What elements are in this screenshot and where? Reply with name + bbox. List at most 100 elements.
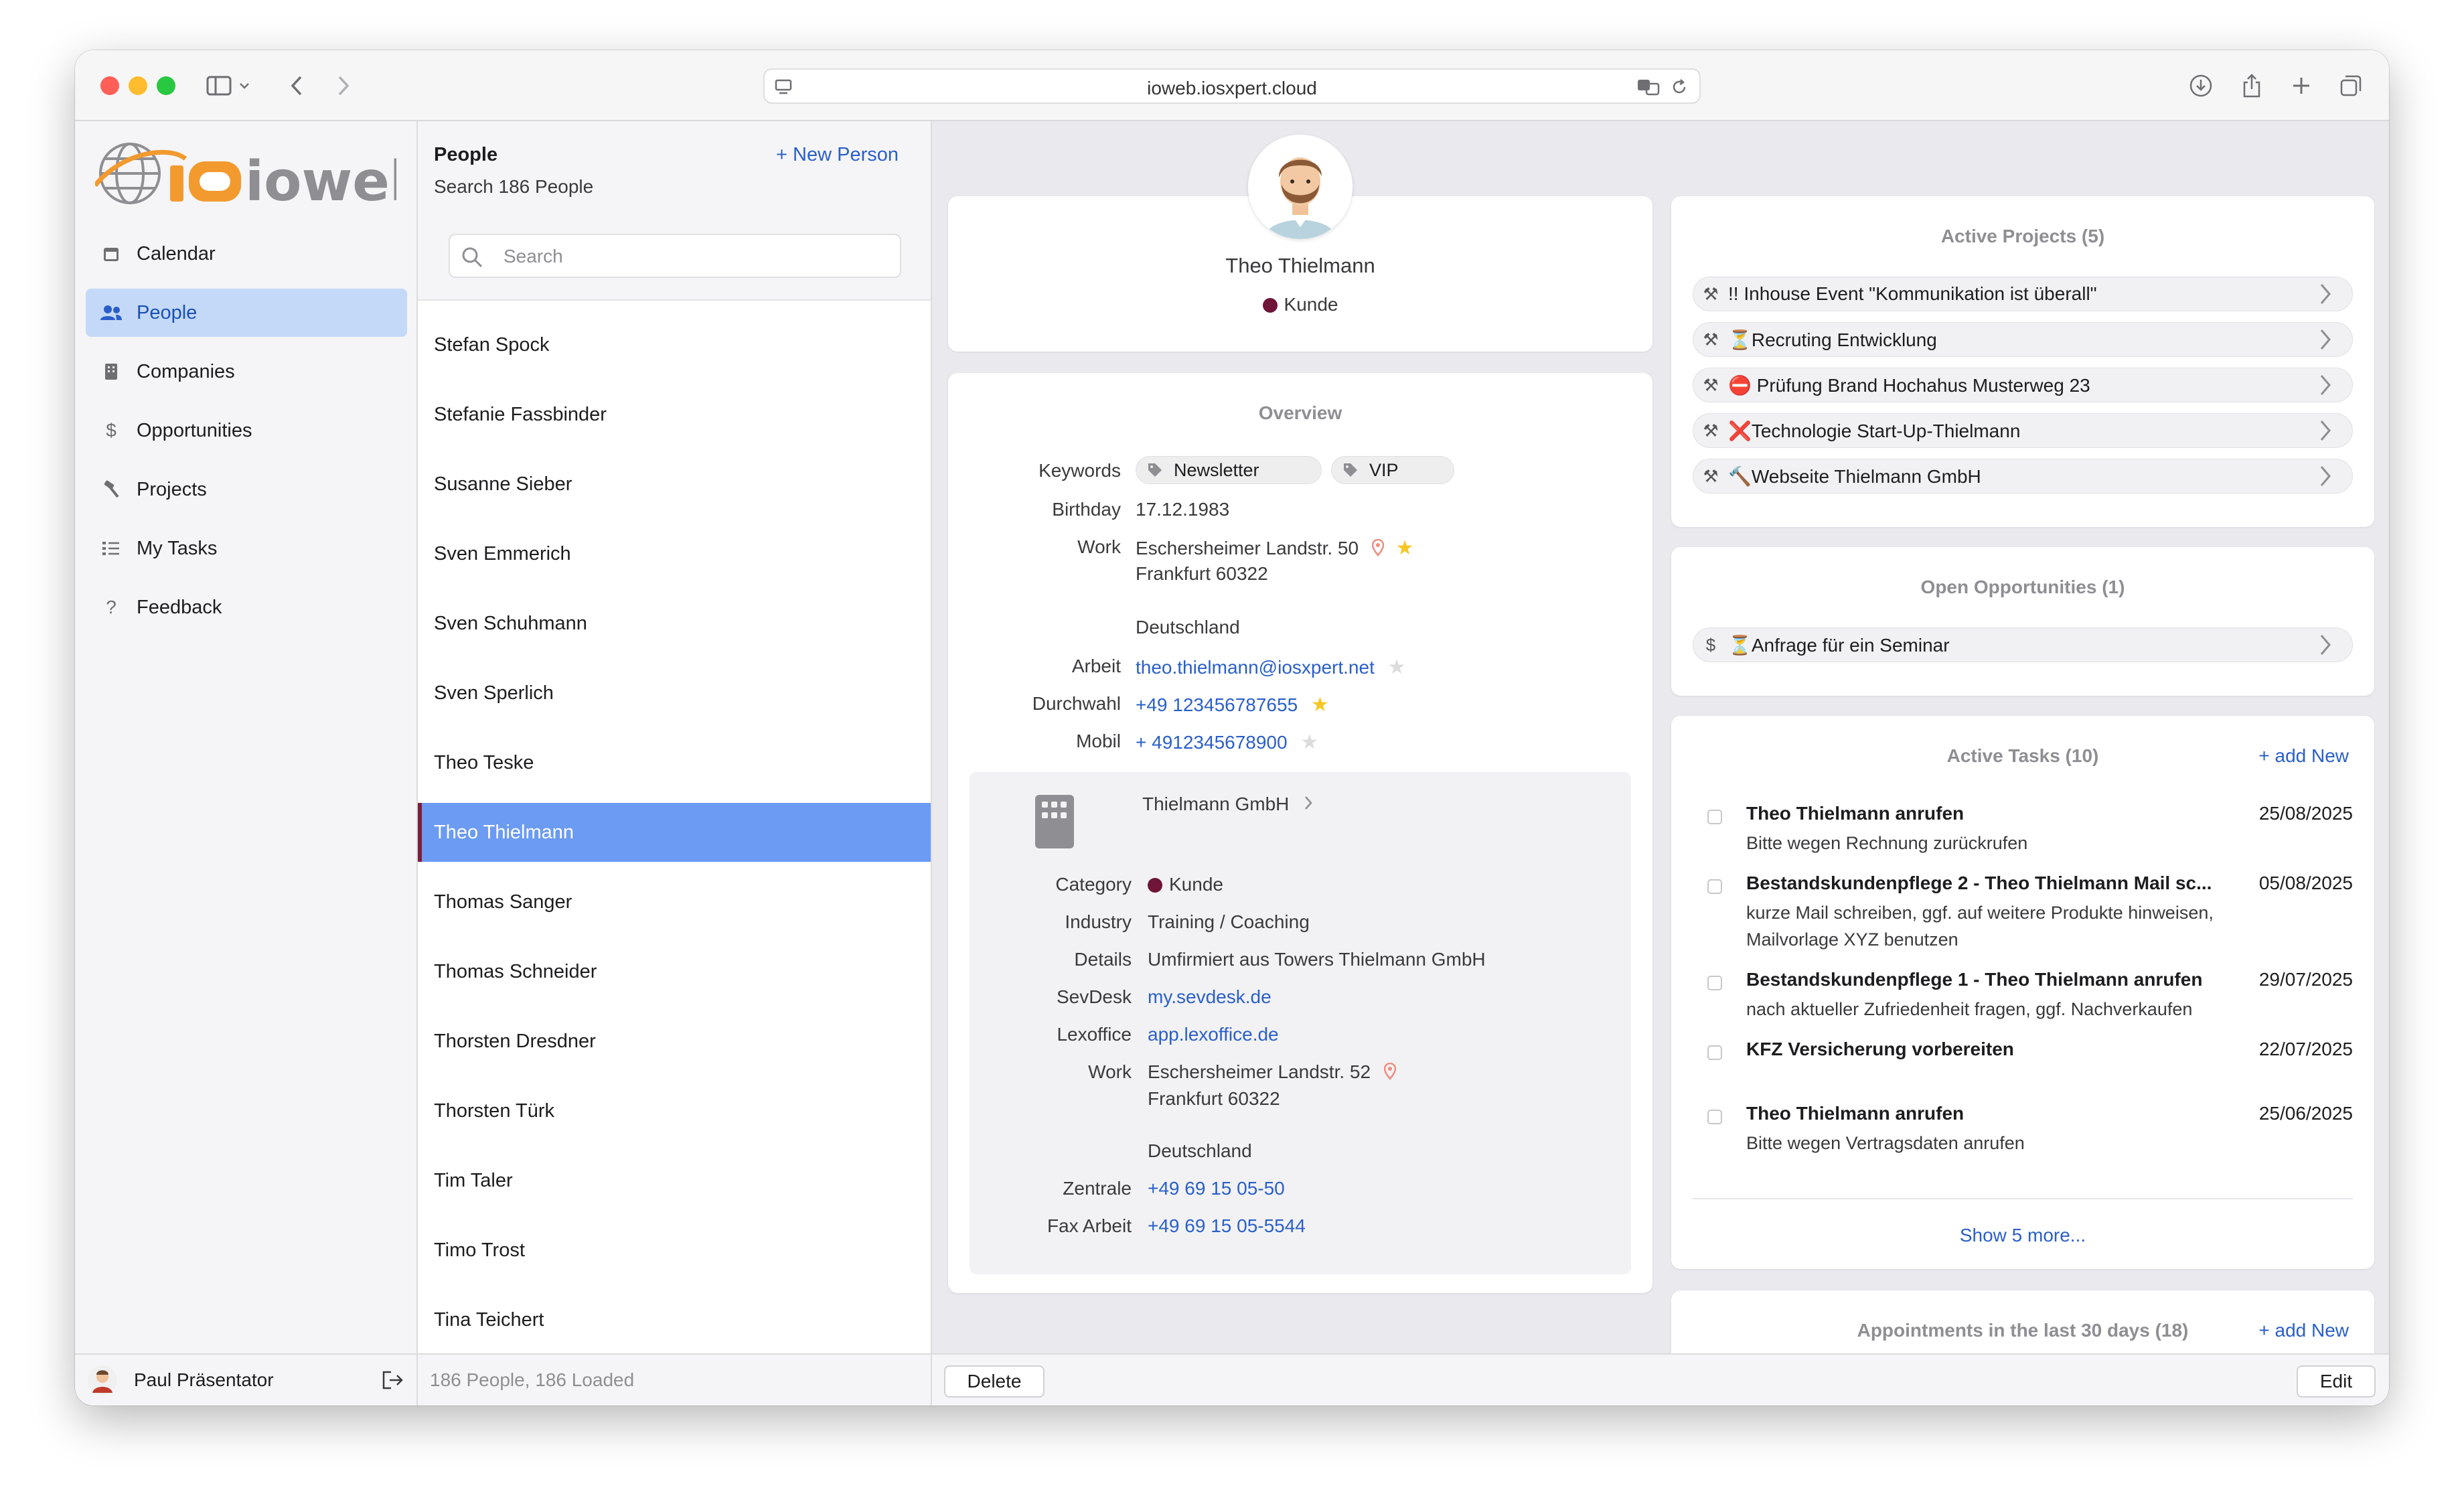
list-item[interactable]: Tim Taler: [418, 1151, 931, 1210]
hammer-icon: ⚒: [1703, 465, 1719, 486]
phone-link[interactable]: + 4912345678900: [1136, 732, 1288, 753]
task-item[interactable]: Theo Thielmann anrufen 25/08/2025 Bitte …: [1693, 803, 2353, 863]
logout-icon[interactable]: [380, 1369, 404, 1394]
list-item[interactable]: Thorsten Türk: [418, 1081, 931, 1140]
map-pin-icon[interactable]: [1371, 538, 1385, 561]
lexoffice-link[interactable]: app.lexoffice.de: [1148, 1024, 1279, 1045]
task-item[interactable]: Bestandskundenpflege 2 - Theo Thielmann …: [1693, 873, 2353, 960]
show-more-link[interactable]: Show 5 more...: [1671, 1225, 2374, 1246]
zoom-window-button[interactable]: [157, 76, 175, 95]
hammer-icon: ⚒: [1703, 420, 1719, 441]
list-item-selected[interactable]: Theo Thielmann: [418, 803, 931, 862]
list-item[interactable]: Stefan Spock: [418, 315, 931, 374]
map-pin-icon[interactable]: [1383, 1062, 1397, 1085]
zentrale-link[interactable]: +49 69 15 05-50: [1148, 1178, 1285, 1199]
sidebar-toggle-icon[interactable]: [202, 69, 236, 102]
sidebar-item-companies[interactable]: Companies: [86, 348, 407, 396]
sevdesk-link[interactable]: my.sevdesk.de: [1148, 986, 1272, 1008]
sidebar-item-my-tasks[interactable]: My Tasks: [86, 524, 407, 573]
task-checkbox[interactable]: [1707, 1110, 1722, 1124]
company-work-label: Work: [1088, 1061, 1132, 1082]
list-item[interactable]: Thomas Schneider: [418, 942, 931, 1001]
list-item[interactable]: Theo Teske: [418, 733, 931, 792]
task-item[interactable]: Bestandskundenpflege 1 - Theo Thielmann …: [1693, 969, 2353, 1029]
keyword-chip[interactable]: VIP: [1331, 456, 1454, 484]
people-subtitle: Search 186 People: [434, 176, 594, 197]
sidebar-item-feedback[interactable]: ? Feedback: [86, 583, 407, 631]
project-row[interactable]: ⚒ !! Inhouse Event "Kommunikation ist übe…: [1693, 277, 2353, 311]
list-item[interactable]: Susanne Sieber: [418, 455, 931, 514]
add-task-button[interactable]: + add New: [2258, 745, 2349, 767]
task-item[interactable]: Theo Thielmann anrufen 25/06/2025 Bitte …: [1693, 1103, 2353, 1163]
task-checkbox[interactable]: [1707, 810, 1722, 824]
arbeit-email: theo.thielmann@iosxpert.net ★: [1136, 656, 1406, 679]
chevron-right-icon: [2319, 327, 2332, 356]
arbeit-label: Arbeit: [1071, 656, 1121, 676]
address-bar[interactable]: ioweb.iosxpert.cloud: [763, 68, 1701, 104]
list-item[interactable]: Thorsten Dresdner: [418, 1012, 931, 1071]
minimize-window-button[interactable]: [129, 76, 147, 95]
task-item[interactable]: KFZ Versicherung vorbereiten 22/07/2025: [1693, 1039, 2353, 1085]
opportunity-row[interactable]: $ ⏳Anfrage für ein Seminar: [1693, 627, 2353, 662]
new-person-button[interactable]: + New Person: [776, 144, 899, 166]
sidebar-item-people[interactable]: People: [86, 289, 407, 337]
list-item[interactable]: Thomas Sanger: [418, 873, 931, 931]
work-label: Work: [1077, 536, 1121, 557]
project-row[interactable]: ⚒ ⏳Recruting Entwicklung: [1693, 322, 2353, 357]
active-projects-card: Active Projects (5) ⚒ !! Inhouse Event "K…: [1671, 196, 2374, 527]
sidebar-item-opportunities[interactable]: $ Opportunities: [86, 406, 407, 455]
chevron-down-icon[interactable]: [234, 69, 254, 102]
sidebar-item-projects[interactable]: Projects: [86, 465, 407, 514]
email-link[interactable]: theo.thielmann@iosxpert.net: [1136, 657, 1375, 678]
project-row[interactable]: ⚒ ❌Technologie Start-Up-Thielmann: [1693, 413, 2353, 448]
reload-icon[interactable]: [1670, 78, 1689, 100]
tab-overview-icon[interactable]: [2334, 69, 2368, 102]
question-icon: ?: [106, 597, 117, 617]
phone-link[interactable]: +49 123456787655: [1136, 694, 1298, 715]
translate-icon[interactable]: [1636, 78, 1661, 100]
list-item[interactable]: Sven Emmerich: [418, 524, 931, 583]
task-checkbox[interactable]: [1707, 976, 1722, 990]
project-label: 🔨Webseite Thielmann GmbH: [1728, 465, 1981, 487]
list-item[interactable]: Tina Teichert: [418, 1290, 931, 1349]
list-item[interactable]: Timo Trost: [418, 1221, 931, 1280]
list-item[interactable]: Sven Sperlich: [418, 664, 931, 723]
sidebar-item-calendar[interactable]: Calendar: [86, 230, 407, 278]
star-outline-icon[interactable]: ★: [1300, 731, 1318, 754]
hammer-icon: [86, 480, 137, 499]
add-appointment-button[interactable]: + add New: [2258, 1320, 2349, 1341]
task-title: Theo Thielmann anrufen: [1746, 803, 1965, 824]
star-icon[interactable]: ★: [1396, 536, 1414, 560]
delete-button[interactable]: Delete: [944, 1365, 1045, 1398]
company-link[interactable]: Thielmann GmbH: [1142, 794, 1313, 815]
project-row[interactable]: ⚒ ⛔ Prüfung Brand Hochahus Musterweg 23: [1693, 368, 2353, 402]
task-date: 05/08/2025: [2258, 873, 2353, 893]
close-window-button[interactable]: [100, 76, 119, 95]
project-label: !! Inhouse Event "Kommunikation ist über…: [1728, 283, 2097, 304]
chevron-right-icon: [1304, 794, 1313, 815]
list-item[interactable]: Sven Schuhmann: [418, 594, 931, 653]
open-opportunities-card: Open Opportunities (1) $ ⏳Anfrage für ein…: [1671, 547, 2374, 696]
task-checkbox[interactable]: [1707, 879, 1722, 894]
project-row[interactable]: ⚒ 🔨Webseite Thielmann GmbH: [1693, 459, 2353, 494]
list-item[interactable]: Stefanie Fassbinder: [418, 385, 931, 444]
forward-arrow-icon[interactable]: [327, 69, 360, 102]
keyword-label: Newsletter: [1174, 459, 1259, 480]
work-city: Frankfurt 60322: [1136, 563, 1268, 584]
task-date: 25/08/2025: [2258, 803, 2353, 824]
search-input[interactable]: Search: [449, 234, 901, 278]
edit-button[interactable]: Edit: [2297, 1365, 2376, 1398]
keyword-chip[interactable]: Newsletter: [1136, 456, 1322, 484]
star-icon[interactable]: ★: [1311, 693, 1329, 717]
fax-link[interactable]: +49 69 15 05-5544: [1148, 1215, 1306, 1237]
work-street: Eschersheimer Landstr. 50: [1136, 538, 1359, 558]
avatar[interactable]: [87, 1365, 118, 1396]
company-work-address: Eschersheimer Landstr. 52: [1148, 1061, 1397, 1085]
back-arrow-icon[interactable]: [280, 69, 313, 102]
star-outline-icon[interactable]: ★: [1388, 656, 1406, 679]
new-tab-icon[interactable]: [2285, 69, 2318, 102]
share-icon[interactable]: [2235, 69, 2268, 102]
task-checkbox[interactable]: [1707, 1045, 1722, 1060]
downloads-icon[interactable]: [2184, 69, 2218, 102]
details-label: Details: [1074, 949, 1132, 970]
